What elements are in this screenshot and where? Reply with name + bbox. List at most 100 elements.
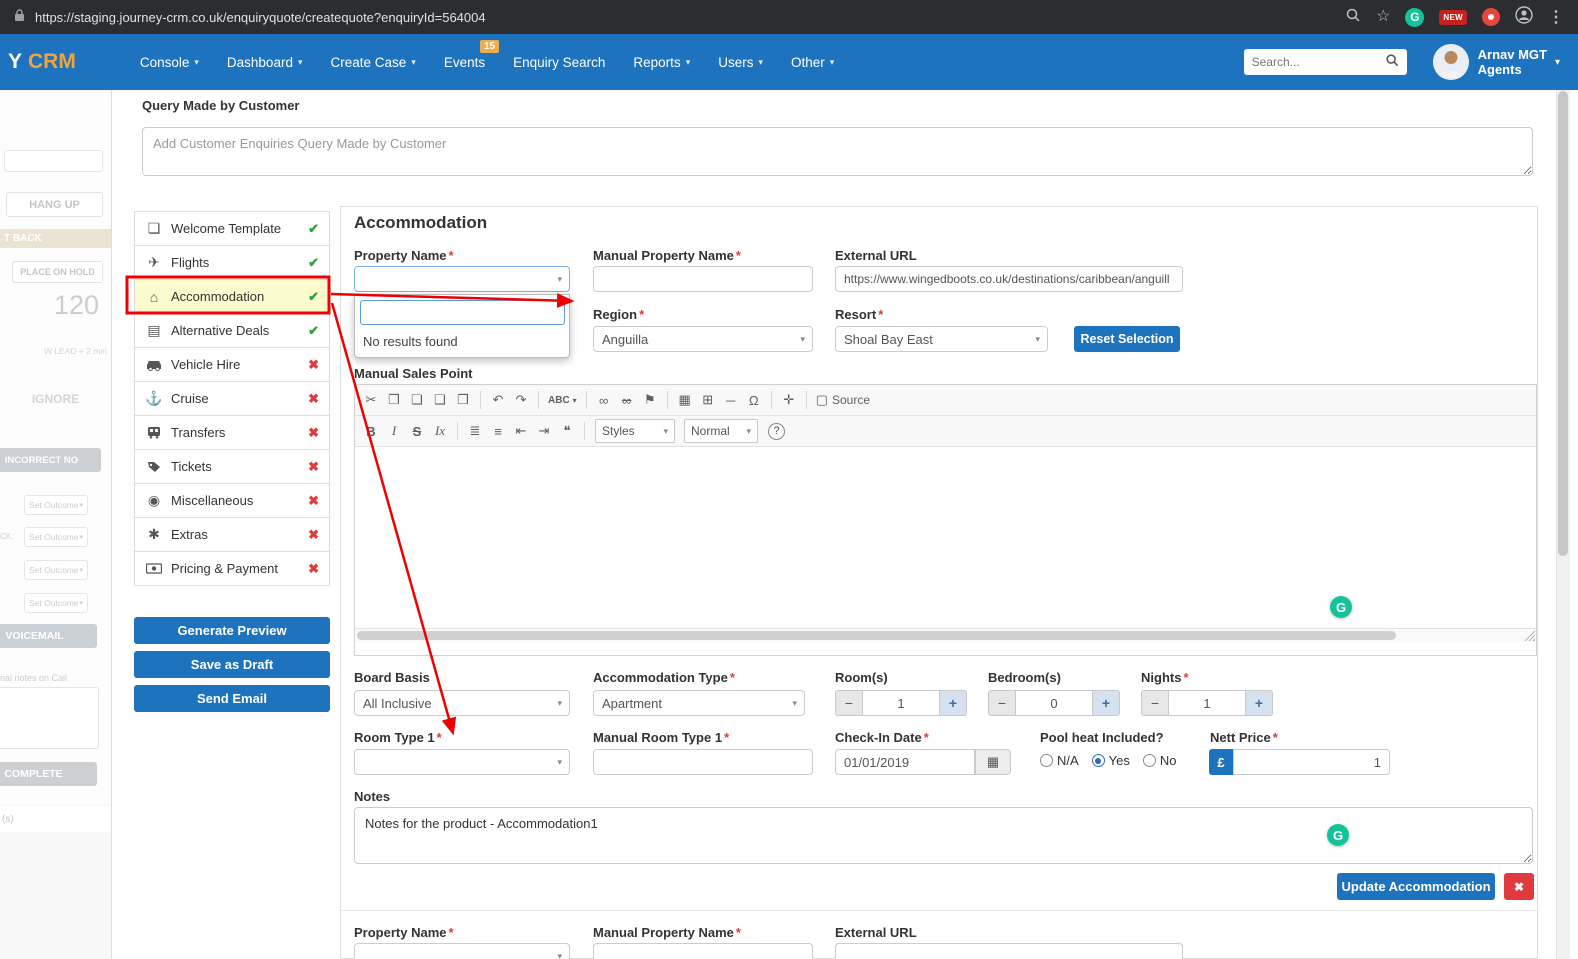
- dropdown-search-input[interactable]: [360, 300, 565, 325]
- decrease-indent-button[interactable]: ⇤: [510, 419, 532, 443]
- nav-item-other[interactable]: Other▾: [777, 45, 848, 80]
- paste-from-word-button[interactable]: ❒: [452, 388, 474, 412]
- nights-value[interactable]: 1: [1169, 690, 1245, 716]
- anchor-flag-button[interactable]: ⚑: [639, 388, 661, 412]
- undo-button[interactable]: ↶: [487, 388, 509, 412]
- resort-select[interactable]: Shoal Bay East▾: [835, 326, 1048, 352]
- special-char-button[interactable]: Ω: [743, 388, 765, 412]
- nav-item-users[interactable]: Users▾: [704, 45, 777, 80]
- browser-menu-icon[interactable]: ⋮: [1548, 7, 1564, 27]
- new-badge-extension[interactable]: NEW: [1439, 10, 1467, 25]
- section-item-alternative-deals[interactable]: ▤Alternative Deals✔: [134, 313, 330, 348]
- horizontal-rule-button[interactable]: ─: [720, 388, 742, 412]
- insert-image-button[interactable]: ▦: [674, 388, 696, 412]
- increase-indent-button[interactable]: ⇥: [533, 419, 555, 443]
- chevron-down-icon[interactable]: ▾: [1555, 57, 1560, 68]
- section-item-pricing-payment[interactable]: Pricing & Payment✖: [134, 551, 330, 586]
- remove-format-button[interactable]: Ix: [429, 419, 451, 443]
- url-text[interactable]: https://staging.journey-crm.co.uk/enquir…: [35, 10, 486, 25]
- calendar-button[interactable]: ▦: [975, 749, 1011, 775]
- rooms-value[interactable]: 1: [863, 690, 939, 716]
- send-email-button[interactable]: Send Email: [134, 685, 330, 712]
- property-name-select-2[interactable]: ▾: [354, 943, 570, 959]
- section-item-cruise[interactable]: ⚓Cruise✖: [134, 381, 330, 416]
- numbered-list-button[interactable]: ≣: [464, 419, 486, 443]
- bookmark-star-icon[interactable]: ☆: [1376, 9, 1390, 25]
- pool-heat-option-no[interactable]: No: [1143, 753, 1177, 768]
- region-select[interactable]: Anguilla▾: [593, 326, 813, 352]
- redo-button[interactable]: ↷: [510, 388, 532, 412]
- editor-help-button[interactable]: ?: [768, 423, 785, 440]
- remove-accommodation-button[interactable]: ✖: [1504, 873, 1534, 900]
- unlink-button[interactable]: ∞: [616, 388, 638, 412]
- section-item-welcome-template[interactable]: ❏Welcome Template✔: [134, 211, 330, 246]
- blockquote-button[interactable]: ❝: [556, 419, 578, 443]
- pool-heat-option-na[interactable]: N/A: [1040, 753, 1079, 768]
- accommodation-type-select[interactable]: Apartment▾: [593, 690, 805, 716]
- search-input[interactable]: [1252, 55, 1385, 69]
- extension-icon[interactable]: [1482, 8, 1500, 26]
- resize-grip-icon[interactable]: [1523, 629, 1535, 641]
- source-button[interactable]: ▢Source: [813, 388, 873, 412]
- paragraph-format-dropdown[interactable]: Normal▾: [684, 419, 758, 443]
- grammarly-extension-icon[interactable]: G: [1405, 8, 1424, 27]
- query-textarea[interactable]: [142, 127, 1533, 176]
- nett-price-input[interactable]: [1233, 749, 1390, 775]
- styles-dropdown[interactable]: Styles▾: [595, 419, 675, 443]
- user-menu[interactable]: Arnav MGTAgents: [1478, 47, 1547, 77]
- section-item-tickets[interactable]: Tickets✖: [134, 449, 330, 484]
- italic-button[interactable]: I: [383, 419, 405, 443]
- page-scrollbar-thumb[interactable]: [1558, 91, 1568, 556]
- check-in-date-input[interactable]: [835, 749, 975, 775]
- section-item-miscellaneous[interactable]: ◉Miscellaneous✖: [134, 483, 330, 518]
- nav-item-console[interactable]: Console▾: [126, 45, 213, 80]
- external-url-input[interactable]: [835, 266, 1183, 292]
- nav-item-create-case[interactable]: Create Case▾: [316, 45, 429, 80]
- nav-item-reports[interactable]: Reports▾: [619, 45, 704, 80]
- nav-item-dashboard[interactable]: Dashboard▾: [213, 45, 317, 80]
- notes-textarea[interactable]: Notes for the product - Accommodation1: [354, 807, 1533, 864]
- section-item-accommodation[interactable]: ⌂Accommodation✔: [134, 279, 330, 314]
- rooms-decrement-button[interactable]: −: [835, 690, 863, 716]
- nav-item-events[interactable]: Events15: [430, 45, 499, 80]
- cut-button[interactable]: ✂: [360, 388, 382, 412]
- grammarly-badge[interactable]: G: [1330, 596, 1352, 618]
- bedrooms-value[interactable]: 0: [1016, 690, 1092, 716]
- save-as-draft-button[interactable]: Save as Draft: [134, 651, 330, 678]
- manual-property-name-input-2[interactable]: [593, 943, 813, 959]
- nav-item-enquiry-search[interactable]: Enquiry Search: [499, 45, 619, 80]
- paste-button[interactable]: ❏: [406, 388, 428, 412]
- maximize-button[interactable]: ✛: [778, 388, 800, 412]
- external-url-input-2[interactable]: [835, 943, 1183, 959]
- section-item-extras[interactable]: ✱Extras✖: [134, 517, 330, 552]
- search-icon[interactable]: [1345, 7, 1361, 28]
- spellcheck-button[interactable]: ABC▾: [545, 388, 580, 412]
- nights-decrement-button[interactable]: −: [1141, 690, 1169, 716]
- generate-preview-button[interactable]: Generate Preview: [134, 617, 330, 644]
- section-item-transfers[interactable]: Transfers✖: [134, 415, 330, 450]
- paste-plain-text-button[interactable]: ❑: [429, 388, 451, 412]
- manual-room-type-input[interactable]: [593, 749, 813, 775]
- bedrooms-increment-button[interactable]: +: [1092, 690, 1120, 716]
- app-logo[interactable]: YCRM: [8, 50, 76, 74]
- pool-heat-option-yes[interactable]: Yes: [1092, 753, 1130, 768]
- nights-increment-button[interactable]: +: [1245, 690, 1273, 716]
- avatar[interactable]: [1433, 44, 1469, 80]
- rooms-increment-button[interactable]: +: [939, 690, 967, 716]
- room-type-select[interactable]: ▾: [354, 749, 570, 775]
- board-basis-select[interactable]: All Inclusive▾: [354, 690, 570, 716]
- bullet-list-button[interactable]: ≡: [487, 419, 509, 443]
- manual-property-name-input[interactable]: [593, 266, 813, 292]
- copy-button[interactable]: ❐: [383, 388, 405, 412]
- link-button[interactable]: ∞: [593, 388, 615, 412]
- scrollbar-thumb[interactable]: [357, 631, 1396, 640]
- bedrooms-decrement-button[interactable]: −: [988, 690, 1016, 716]
- section-item-flights[interactable]: ✈Flights✔: [134, 245, 330, 280]
- property-name-select[interactable]: ▾: [354, 266, 570, 292]
- grammarly-badge[interactable]: G: [1327, 824, 1349, 846]
- strikethrough-button[interactable]: S: [406, 419, 428, 443]
- section-item-vehicle-hire[interactable]: Vehicle Hire✖: [134, 347, 330, 382]
- update-accommodation-button[interactable]: Update Accommodation: [1337, 873, 1495, 900]
- editor-content-area[interactable]: [355, 447, 1536, 628]
- reset-selection-button[interactable]: Reset Selection: [1074, 326, 1180, 352]
